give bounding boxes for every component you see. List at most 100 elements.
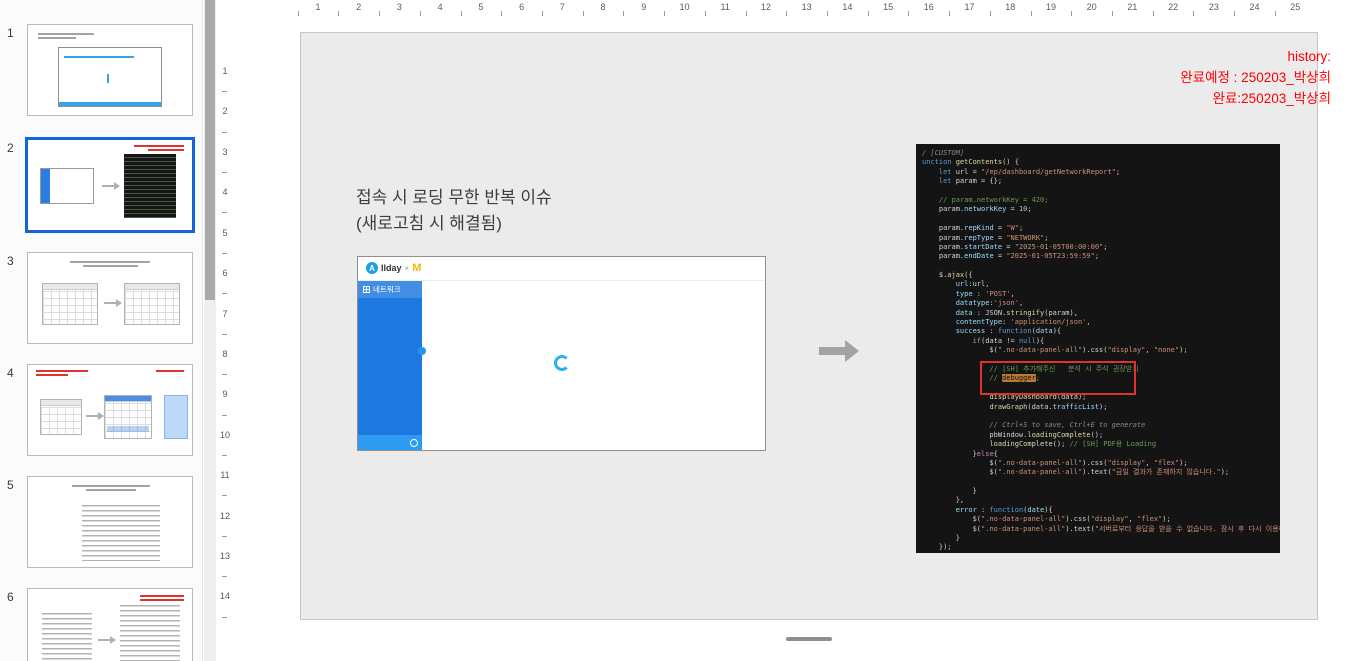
sidebar-item-network: 네트워크 — [358, 281, 422, 298]
code-line: $(".no-data-panel-all").css("display", "… — [922, 515, 1171, 524]
ruler-tick — [419, 11, 421, 16]
ruler-number: 10 — [679, 2, 690, 12]
code-line: / [CUSTOM] — [922, 149, 965, 157]
arrow-shape[interactable] — [819, 340, 859, 362]
ruler-number: 11 — [220, 470, 230, 481]
thumb-calendar-shape — [104, 395, 152, 439]
code-line: param.startDate = "2025-01-05T00:00:00"; — [922, 242, 1108, 251]
brand-cross: × — [404, 263, 410, 273]
editor-canvas: 1 2 3 4 5 6 7 8 9 10 11 12 13 14 15 16 17 18 19 20 21 22 23 24 2… — [216, 0, 1355, 661]
title-line: 접속 시 로딩 무한 반복 이슈 — [356, 188, 552, 207]
slide-thumbnail-6[interactable] — [27, 588, 193, 661]
code-line: data : JSON.stringify(param), — [955, 308, 1078, 317]
vertical-ruler: 1 2 3 4 5 6 7 8 9 10 11 12 13 14 — [216, 0, 234, 661]
slide-canvas[interactable]: history: 완료예정 : 250203_박상희 완료:250203_박상희… — [300, 32, 1331, 620]
ruler-tick — [582, 11, 584, 16]
ruler-tick — [222, 333, 227, 335]
ruler-number: 6 — [222, 268, 228, 279]
issue-title-textbox[interactable]: 접속 시 로딩 무한 반복 이슈 (새로고침 시 해결됨) — [356, 185, 552, 236]
history-textbox[interactable]: history: 완료예정 : 250203_박상희 완료:250203_박상희 — [1180, 47, 1331, 110]
ruler-tick — [1234, 11, 1236, 16]
code-line: let url = "/ep/dashboard/getNetworkRepor… — [938, 167, 1121, 176]
slide-thumbnail-3[interactable] — [27, 252, 193, 344]
slide-thumbnail-2[interactable] — [27, 139, 193, 231]
ruler-number: 4 — [222, 187, 228, 198]
slide-thumbnail-4[interactable] — [27, 364, 193, 456]
ruler-number: 2 — [356, 2, 362, 12]
ruler-number: 8 — [600, 2, 606, 12]
thumb-preview-shape — [36, 370, 88, 372]
ruler-number: 1 — [222, 66, 228, 76]
ruler-tick — [379, 11, 381, 16]
thumb-preview-shape — [140, 599, 184, 601]
slide-number-4: 4 — [7, 366, 14, 380]
ruler-tick — [222, 252, 227, 254]
code-line: type : 'POST', — [955, 289, 1015, 298]
ruler-tick — [222, 414, 227, 416]
app-screenshot-image[interactable]: A llday × M 네트워크 — [357, 256, 766, 451]
code-line: param.networkKey = 10; — [922, 205, 1032, 214]
ruler-tick — [949, 11, 951, 16]
ruler-tick — [1152, 11, 1154, 16]
mockup-sidebar: 네트워크 — [358, 281, 422, 450]
slide-number-2: 2 — [7, 141, 14, 155]
panel-scrollbar[interactable] — [204, 0, 216, 661]
loading-spinner-icon — [554, 355, 570, 371]
ruler-number: 13 — [801, 2, 812, 12]
sidebar-toggle-dot — [418, 347, 426, 355]
ruler-number: 14 — [842, 2, 853, 12]
ruler-number: 10 — [219, 429, 230, 440]
scrollbar-thumb[interactable] — [205, 0, 215, 300]
code-line: } — [922, 487, 977, 496]
code-line: }, — [922, 496, 965, 505]
thumb-preview-shape — [38, 37, 76, 39]
ruler-tick — [867, 11, 869, 16]
code-screenshot-image[interactable]: / [CUSTOM] unction getContents() { let ur… — [916, 144, 1280, 553]
ruler-tick — [908, 11, 910, 16]
code-line: success : function(data){ — [955, 327, 1062, 336]
ruler-tick — [501, 11, 503, 16]
slide-thumbnail-5[interactable] — [27, 476, 193, 568]
mockup-header: A llday × M — [358, 257, 765, 281]
ruler-number: 1 — [315, 2, 321, 12]
ruler-number: 15 — [883, 2, 894, 12]
ruler-tick — [745, 11, 747, 16]
code-line: // param.networkKey = 420; — [922, 195, 1049, 204]
ruler-number: 19 — [1045, 2, 1056, 12]
code-line: contentType: 'application/json', — [955, 318, 1091, 327]
bottom-resize-handle[interactable] — [786, 637, 832, 641]
annotation-red-box — [980, 361, 1136, 395]
slide-thumbnail-1[interactable] — [27, 24, 193, 116]
ruler-tick — [623, 11, 625, 16]
thumb-calendar-shape — [42, 283, 98, 325]
code-line: drawGraph(data.trafficList); — [989, 402, 1108, 411]
ruler-tick — [664, 11, 666, 16]
ruler-number: 18 — [1005, 2, 1016, 12]
ruler-number: 5 — [222, 227, 228, 238]
thumb-arrow-shape — [86, 412, 104, 420]
ruler-number: 9 — [222, 389, 228, 400]
ruler-tick — [704, 11, 706, 16]
code-line: $(".no-data-panel-all").css("display", "… — [922, 458, 1188, 467]
ruler-tick — [1030, 11, 1032, 16]
ruler-number: 2 — [222, 106, 228, 117]
ruler-tick — [222, 374, 227, 376]
ruler-number: 7 — [559, 2, 565, 12]
mockup-sidebar-footer — [358, 435, 422, 450]
code-line: // Ctrl+S to save, Ctrl+E to generate — [922, 421, 1146, 430]
thumb-preview-shape — [156, 370, 184, 372]
thumb-preview-shape — [36, 374, 68, 376]
ruler-number: 8 — [222, 348, 228, 359]
code-line: unction getContents() { — [922, 158, 1019, 167]
ruler-tick — [541, 11, 543, 16]
ruler-tick — [1193, 11, 1195, 16]
thumb-arrow-shape — [104, 299, 122, 307]
thumb-preview-shape — [124, 154, 176, 218]
ruler-tick — [222, 212, 227, 214]
ruler-tick — [222, 576, 227, 578]
ruler-number: 5 — [478, 2, 484, 12]
ruler-tick — [1071, 11, 1073, 16]
thumb-preview-shape — [42, 613, 92, 661]
ruler-number: 13 — [219, 551, 230, 562]
